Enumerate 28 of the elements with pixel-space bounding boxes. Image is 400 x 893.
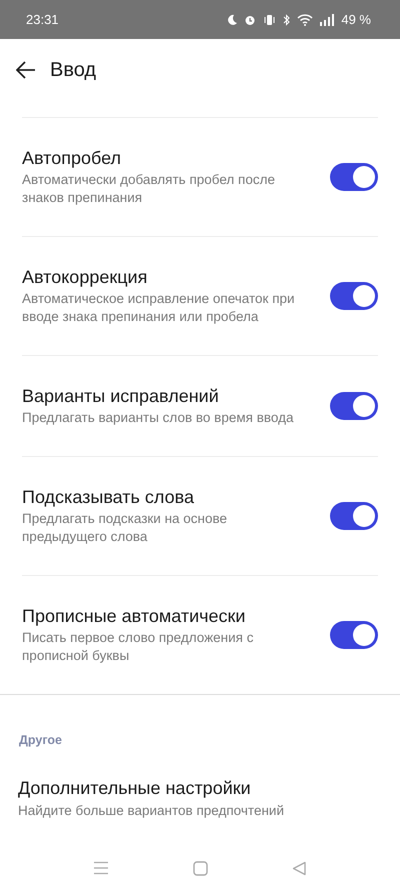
setting-title: Подсказывать слова bbox=[22, 486, 196, 508]
section-heading: Другое bbox=[18, 732, 63, 749]
setting-description: Предлагать варианты слов во время ввода bbox=[22, 409, 294, 427]
setting-title: Варианты исправлений bbox=[22, 385, 220, 407]
setting-title[interactable]: Дополнительные настройки bbox=[18, 776, 382, 799]
setting-description: Предлагать подсказки на основе предыдущего слова bbox=[22, 510, 228, 546]
battery-level: 49 % bbox=[341, 10, 371, 29]
back-arrow-icon[interactable] bbox=[16, 61, 36, 79]
signal-icon bbox=[320, 14, 334, 26]
toggle-switch[interactable] bbox=[330, 163, 378, 191]
setting-description: Найдите больше вариантов предпочтений bbox=[18, 802, 285, 820]
setting-title: Автопробел bbox=[22, 147, 122, 169]
alarm-icon bbox=[244, 14, 256, 26]
status-time: 23:31 bbox=[26, 10, 59, 29]
moon-icon bbox=[227, 14, 238, 26]
vibrate-icon bbox=[263, 14, 276, 26]
setting-title: Прописные автоматически bbox=[22, 605, 246, 627]
setting-title: Автокоррекция bbox=[22, 266, 148, 288]
toggle-switch[interactable] bbox=[330, 282, 378, 310]
setting-description: Автоматическое исправление опечаток при вводе знака препинания или пробела bbox=[22, 290, 296, 326]
setting-description: Писать первое слово предложения с прописной буквы bbox=[22, 629, 254, 665]
bluetooth-icon bbox=[283, 14, 290, 26]
toggle-switch[interactable] bbox=[330, 502, 378, 530]
wifi-icon bbox=[297, 14, 314, 26]
toggle-switch[interactable] bbox=[330, 621, 378, 649]
setting-description: Автоматически добавлять пробел после знаков препинания bbox=[22, 171, 276, 207]
page-title: Ввод bbox=[50, 58, 96, 83]
toggle-switch[interactable] bbox=[330, 392, 378, 420]
